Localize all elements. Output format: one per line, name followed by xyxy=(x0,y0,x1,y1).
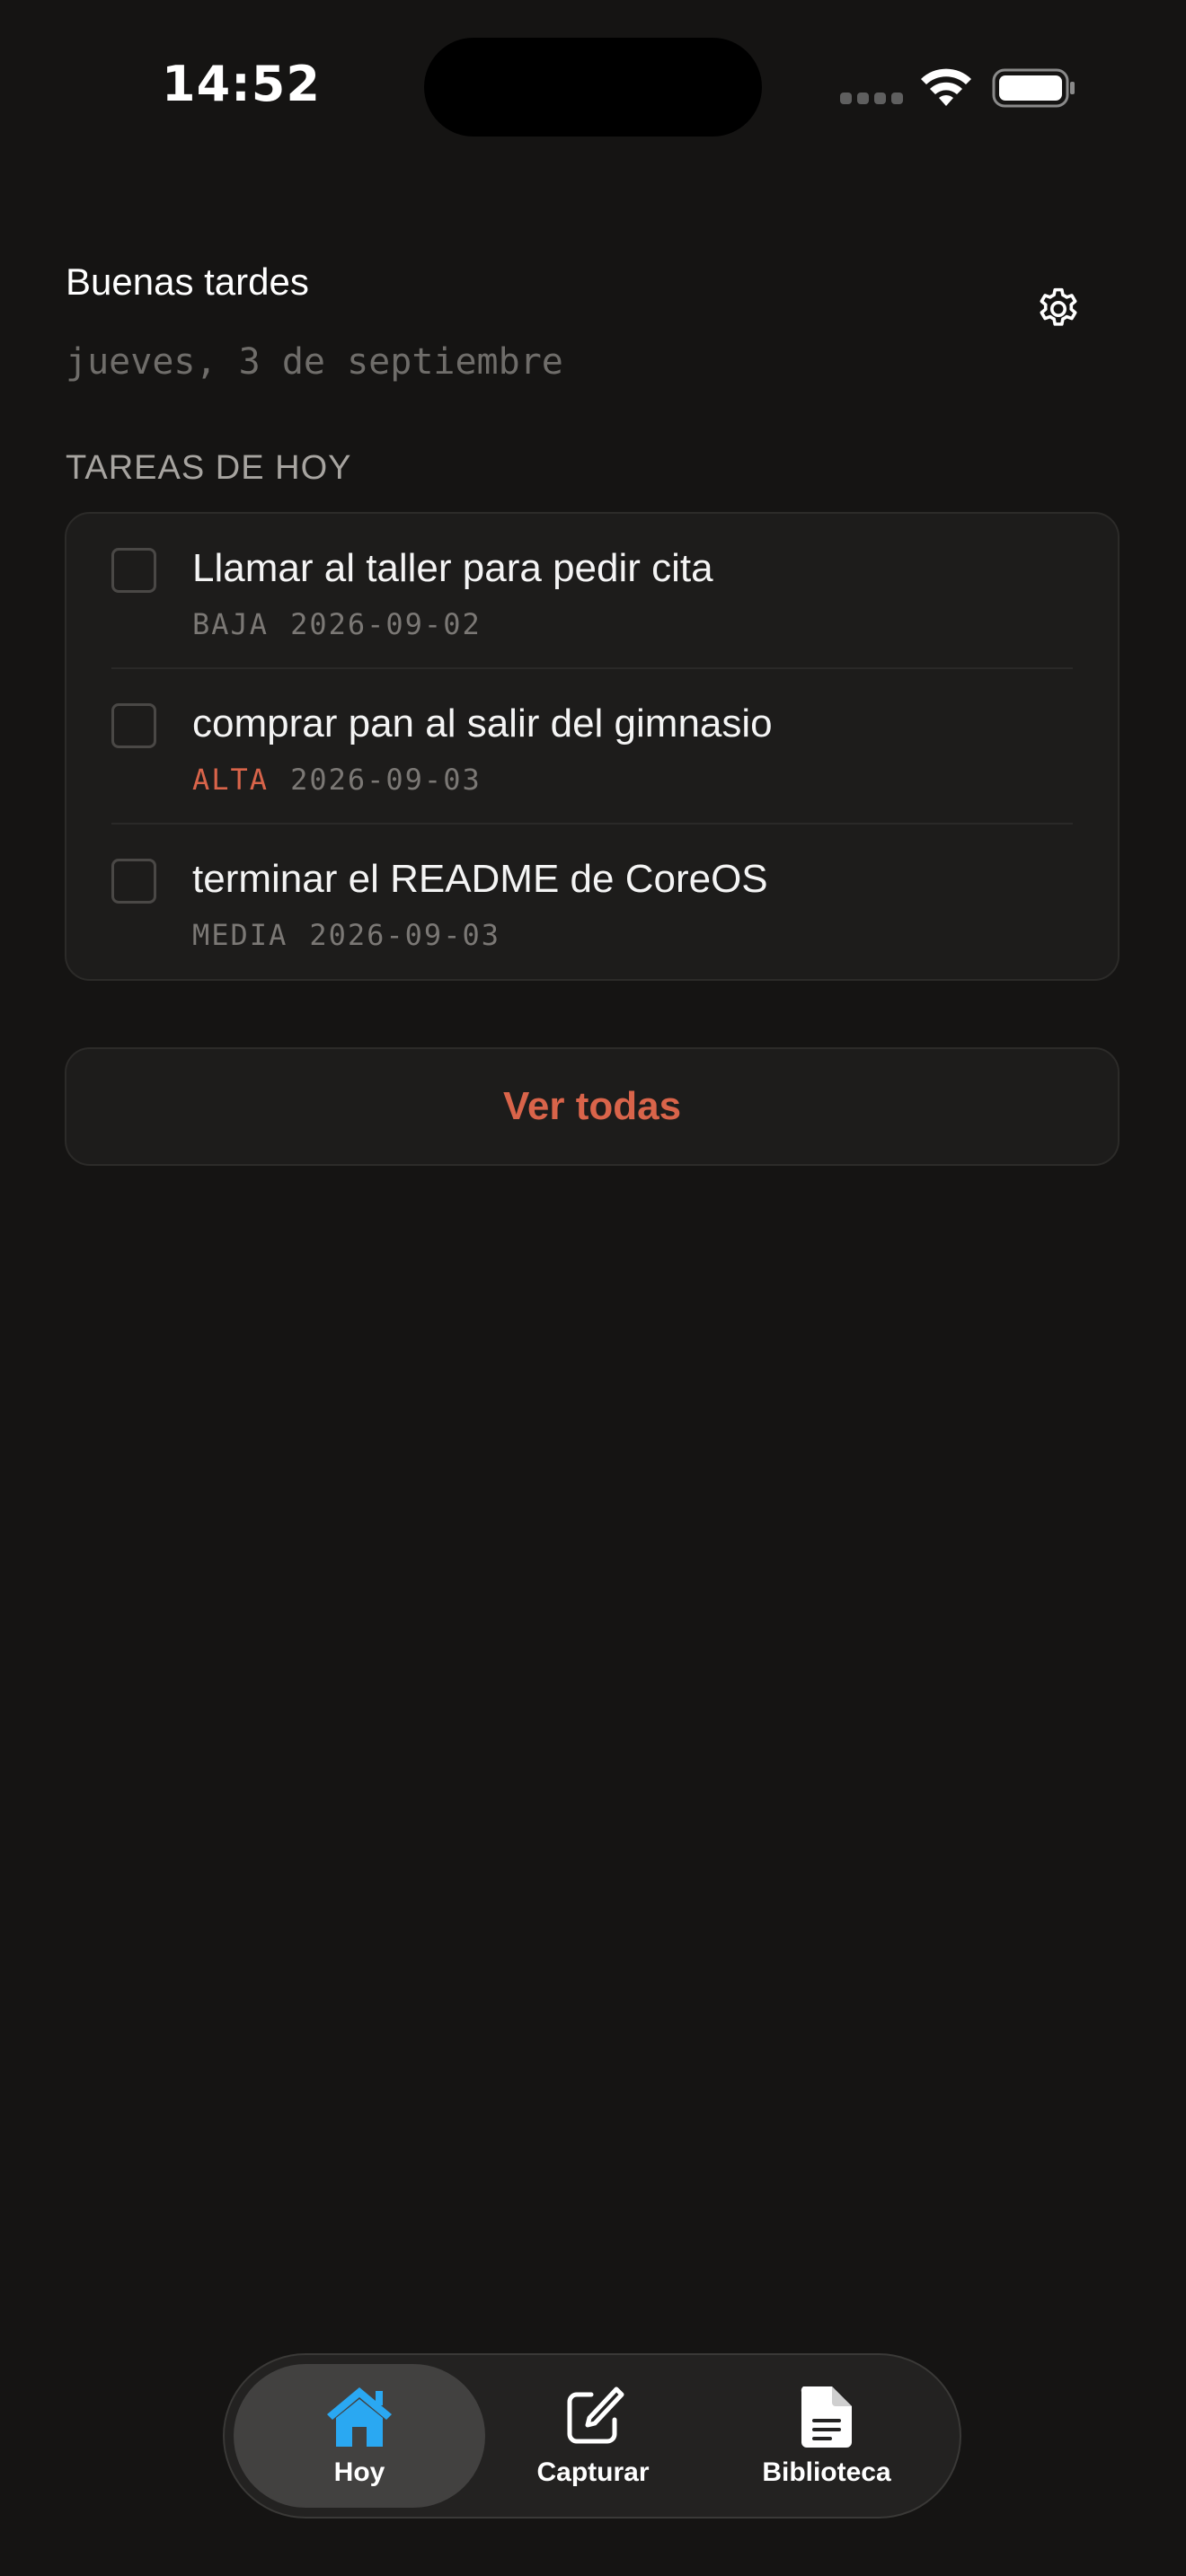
tab-label: Capturar xyxy=(536,2457,650,2487)
task-title: terminar el README de CoreOS xyxy=(192,857,768,901)
task-priority: BAJA xyxy=(192,607,270,641)
task-meta: ALTA 2026-09-03 xyxy=(192,763,482,797)
document-icon xyxy=(791,2384,863,2448)
dynamic-island xyxy=(424,38,762,137)
house-icon xyxy=(323,2384,395,2448)
task-item[interactable]: Llamar al taller para pedir cita BAJA 202… xyxy=(66,514,1118,669)
task-item[interactable]: terminar el README de CoreOS MEDIA 2026-0… xyxy=(66,825,1118,980)
current-date: jueves, 3 de septiembre xyxy=(66,341,563,383)
compose-icon xyxy=(557,2384,629,2448)
tab-today[interactable]: Hoy xyxy=(234,2364,485,2508)
status-bar: 14:52 xyxy=(0,0,1186,180)
view-all-button[interactable]: Ver todas xyxy=(65,1047,1120,1166)
task-checkbox[interactable] xyxy=(111,548,156,593)
settings-button[interactable] xyxy=(1031,282,1085,336)
task-item[interactable]: comprar pan al salir del gimnasio ALTA 20… xyxy=(66,669,1118,825)
task-priority: ALTA xyxy=(192,763,270,797)
tab-label: Biblioteca xyxy=(762,2457,891,2487)
status-time: 14:52 xyxy=(162,56,321,112)
tab-label: Hoy xyxy=(333,2457,385,2487)
cellular-signal-icon xyxy=(840,93,903,105)
task-date: 2026-09-03 xyxy=(309,918,500,952)
task-date: 2026-09-03 xyxy=(290,763,482,797)
greeting-text: Buenas tardes xyxy=(66,260,309,303)
gear-icon xyxy=(1040,287,1077,326)
task-checkbox[interactable] xyxy=(111,859,156,904)
task-checkbox[interactable] xyxy=(111,703,156,748)
task-meta: BAJA 2026-09-02 xyxy=(192,607,482,641)
task-meta: MEDIA 2026-09-03 xyxy=(192,918,500,952)
task-date: 2026-09-02 xyxy=(290,607,482,641)
battery-icon xyxy=(992,68,1075,108)
tab-bar: Hoy Capturar Biblioteca xyxy=(223,2353,961,2519)
wifi-icon xyxy=(921,68,971,106)
tab-library[interactable]: Biblioteca xyxy=(701,2364,952,2508)
task-priority: MEDIA xyxy=(192,918,288,952)
tab-capture[interactable]: Capturar xyxy=(467,2364,719,2508)
today-tasks-card: Llamar al taller para pedir cita BAJA 202… xyxy=(65,512,1120,981)
section-title: TAREAS DE HOY xyxy=(66,449,352,487)
task-title: comprar pan al salir del gimnasio xyxy=(192,701,773,745)
task-title: Llamar al taller para pedir cita xyxy=(192,546,713,590)
